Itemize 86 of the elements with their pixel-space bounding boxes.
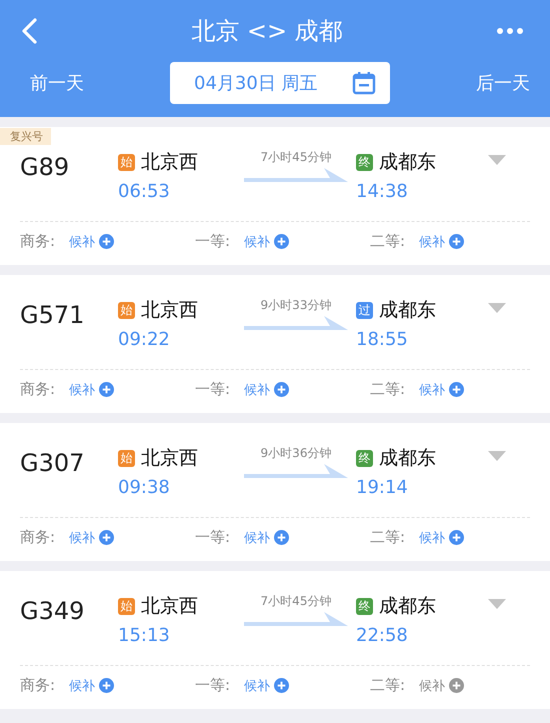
station-badge: 始 xyxy=(118,598,135,614)
arrival-time: 18:55 xyxy=(356,329,409,350)
train-card[interactable]: 复兴号 G89 始 北京西 06:53 7小时45分钟 终 成都东 14:38 商务: 候补 一等: 候补 二等: 候补 xyxy=(0,127,550,265)
caret-icon[interactable] xyxy=(488,303,506,313)
station-name: 北京西 xyxy=(141,446,198,471)
station-badge: 始 xyxy=(118,302,135,318)
seat-class-label: 二等: xyxy=(370,380,406,399)
seat-class-label: 二等: xyxy=(370,528,406,547)
back-icon[interactable] xyxy=(20,17,38,45)
seat-class-label: 商务: xyxy=(20,232,56,251)
seat-class-label: 一等: xyxy=(195,676,230,695)
more-icon[interactable] xyxy=(496,27,524,35)
waitlist-button[interactable]: 候补 xyxy=(69,528,114,546)
seat-class-label: 商务: xyxy=(20,380,56,399)
waitlist-button[interactable]: 候补 xyxy=(244,676,290,694)
waitlist-button[interactable]: 候补 xyxy=(69,380,114,398)
station-name: 成都东 xyxy=(379,150,436,175)
station-badge: 始 xyxy=(118,450,135,466)
caret-icon[interactable] xyxy=(488,155,506,165)
train-number: G349 xyxy=(20,597,86,625)
station-badge: 始 xyxy=(118,154,135,170)
plus-icon xyxy=(99,678,114,693)
train-number: G89 xyxy=(20,153,70,181)
plus-icon xyxy=(274,530,290,545)
train-type-tag: 复兴号 xyxy=(0,128,51,145)
plus-icon xyxy=(449,530,464,545)
waitlist-button[interactable]: 候补 xyxy=(419,232,464,250)
train-number: G307 xyxy=(20,449,86,477)
plus-icon xyxy=(99,234,114,249)
arrival-time: 22:58 xyxy=(356,625,409,646)
plus-icon xyxy=(449,382,464,397)
waitlist-button[interactable]: 候补 xyxy=(244,380,290,398)
station-badge: 终 xyxy=(356,598,373,614)
station-badge: 过 xyxy=(356,302,373,318)
departure-time: 09:38 xyxy=(118,477,171,498)
plus-icon xyxy=(274,234,290,249)
duration-text: 9小时33分钟 xyxy=(260,297,332,314)
train-card[interactable]: G307 始 北京西 09:38 9小时36分钟 终 成都东 19:14 商务: 候补 一等: 候补 二等: 候补 xyxy=(0,423,550,561)
date-picker[interactable]: 04月30日 周五 xyxy=(170,62,390,104)
departure-time: 06:53 xyxy=(118,181,171,202)
waitlist-button[interactable]: 候补 xyxy=(419,528,464,546)
seat-class-label: 商务: xyxy=(20,528,56,547)
station-badge: 终 xyxy=(356,450,373,466)
plus-icon xyxy=(99,382,114,397)
next-day-button[interactable]: 后一天 xyxy=(476,71,530,95)
arrival-time: 19:14 xyxy=(356,477,409,498)
waitlist-button[interactable]: 候补 xyxy=(244,528,290,546)
station-name: 成都东 xyxy=(379,594,436,619)
plus-icon xyxy=(449,678,464,693)
plus-icon xyxy=(274,678,290,693)
seat-class-label: 一等: xyxy=(195,232,230,251)
previous-day-button[interactable]: 前一天 xyxy=(30,71,84,95)
station-name: 北京西 xyxy=(141,150,198,175)
seat-class-label: 二等: xyxy=(370,676,406,695)
plus-icon xyxy=(99,530,114,545)
arrival-time: 14:38 xyxy=(356,181,409,202)
station-badge: 终 xyxy=(356,154,373,170)
station-name: 成都东 xyxy=(379,446,436,471)
plus-icon xyxy=(449,234,464,249)
waitlist-button[interactable]: 候补 xyxy=(69,232,114,250)
caret-icon[interactable] xyxy=(488,451,506,461)
seat-class-label: 商务: xyxy=(20,676,56,695)
train-number: G571 xyxy=(20,301,86,329)
train-card[interactable]: G571 始 北京西 09:22 9小时33分钟 过 成都东 18:55 商务: 候补 一等: 候补 二等: 候补 xyxy=(0,275,550,413)
departure-time: 09:22 xyxy=(118,329,171,350)
arrow-icon xyxy=(244,612,348,626)
station-name: 北京西 xyxy=(141,594,198,619)
station-name: 成都东 xyxy=(379,298,436,323)
arrow-icon xyxy=(244,464,348,478)
seat-class-label: 二等: xyxy=(370,232,406,251)
waitlist-button[interactable]: 候补 xyxy=(69,676,114,694)
caret-icon[interactable] xyxy=(488,599,506,609)
arrow-icon xyxy=(244,316,348,330)
waitlist-button[interactable]: 候补 xyxy=(419,380,464,398)
plus-icon xyxy=(274,382,290,397)
calendar-icon xyxy=(352,71,376,95)
station-name: 北京西 xyxy=(141,298,198,323)
duration-text: 9小时36分钟 xyxy=(260,445,332,462)
duration-text: 7小时45分钟 xyxy=(260,593,332,610)
seat-class-label: 一等: xyxy=(195,528,230,547)
arrow-icon xyxy=(244,168,348,182)
duration-text: 7小时45分钟 xyxy=(260,149,332,166)
waitlist-button[interactable]: 候补 xyxy=(244,232,290,250)
route-title: 北京 <> 成都 xyxy=(191,16,343,47)
seat-class-label: 一等: xyxy=(195,380,230,399)
departure-time: 15:13 xyxy=(118,625,171,646)
